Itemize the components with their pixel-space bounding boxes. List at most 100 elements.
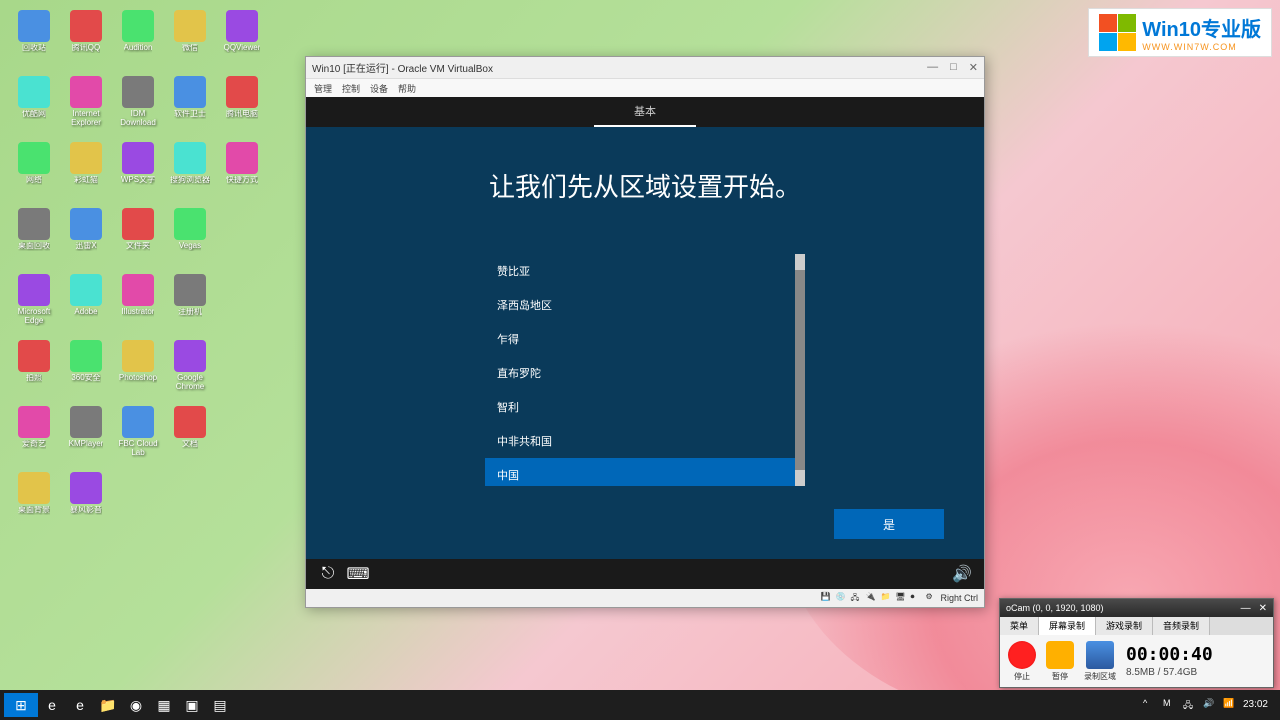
vbox-menubar: 管理 控制 设备 帮助 bbox=[306, 79, 984, 97]
desktop-icon[interactable]: 360安全 bbox=[62, 340, 110, 400]
oobe-top-tab[interactable]: 基本 bbox=[594, 97, 696, 127]
close-button[interactable]: ✕ bbox=[969, 61, 978, 74]
menu-help[interactable]: 帮助 bbox=[398, 82, 416, 95]
ocam-minimize-button[interactable]: — bbox=[1241, 603, 1251, 614]
recording-icon[interactable]: ⏺ bbox=[910, 592, 922, 604]
region-list-item[interactable]: 直布罗陀 bbox=[485, 356, 795, 390]
desktop-icon[interactable]: IDM Download bbox=[114, 76, 162, 136]
region-list-item[interactable]: 赞比亚 bbox=[485, 254, 795, 288]
app-icon bbox=[18, 208, 50, 240]
shared-folder-icon[interactable]: 📁 bbox=[880, 592, 892, 604]
usb-icon[interactable]: 🔌 bbox=[865, 592, 877, 604]
network-icon[interactable]: 🖧 bbox=[850, 592, 862, 604]
record-button[interactable]: 停止 bbox=[1008, 641, 1036, 682]
desktop-icon[interactable]: Illustrator bbox=[114, 274, 162, 334]
desktop-icon[interactable]: QQViewer bbox=[218, 10, 266, 70]
scrollbar-thumb-bottom[interactable] bbox=[795, 470, 805, 486]
desktop-icon[interactable]: WPS文字 bbox=[114, 142, 162, 202]
taskbar-clock[interactable]: 23:02 bbox=[1243, 699, 1268, 711]
desktop-icon[interactable]: 网络 bbox=[10, 142, 58, 202]
desktop-icon-label: 网络 bbox=[26, 176, 42, 185]
minimize-button[interactable]: — bbox=[927, 61, 938, 74]
desktop-icon[interactable]: 文件夹 bbox=[114, 208, 162, 268]
desktop-icon[interactable]: 注册机 bbox=[166, 274, 214, 334]
ocam-tab[interactable]: 屏幕录制 bbox=[1039, 617, 1096, 635]
tray-chevron-icon[interactable]: ^ bbox=[1143, 698, 1157, 712]
menu-manage[interactable]: 管理 bbox=[314, 82, 332, 95]
desktop-icon[interactable]: Internet Explorer bbox=[62, 76, 110, 136]
desktop-icon[interactable]: 优酷网 bbox=[10, 76, 58, 136]
region-list-item[interactable]: 智利 bbox=[485, 390, 795, 424]
desktop-icon[interactable]: 软件卫士 bbox=[166, 76, 214, 136]
desktop-icon[interactable]: 拍照 bbox=[10, 340, 58, 400]
menu-control[interactable]: 控制 bbox=[342, 82, 360, 95]
desktop-icon[interactable]: 回收站 bbox=[10, 10, 58, 70]
desktop-icon[interactable]: 腾讯QQ bbox=[62, 10, 110, 70]
desktop-icon[interactable]: KMPlayer bbox=[62, 406, 110, 466]
desktop-icon[interactable]: 微信 bbox=[166, 10, 214, 70]
target-area-button[interactable]: 录制区域 bbox=[1084, 641, 1116, 682]
region-list[interactable]: 赞比亚泽西岛地区乍得直布罗陀智利中非共和国中国 bbox=[485, 254, 795, 486]
taskbar-edge-icon[interactable]: e bbox=[38, 693, 66, 717]
tray-ime-icon[interactable]: M bbox=[1163, 698, 1177, 712]
taskbar-vbox-icon[interactable]: ▣ bbox=[178, 693, 206, 717]
desktop-icon[interactable]: Audition bbox=[114, 10, 162, 70]
taskbar-ie-icon[interactable]: e bbox=[66, 693, 94, 717]
ocam-tab[interactable]: 音频录制 bbox=[1153, 617, 1210, 635]
taskbar-ocam-icon[interactable]: ▤ bbox=[206, 693, 234, 717]
start-button[interactable]: ⊞ bbox=[4, 693, 38, 717]
desktop-icon[interactable]: 桌面回收 bbox=[10, 208, 58, 268]
region-list-item[interactable]: 乍得 bbox=[485, 322, 795, 356]
desktop-icon[interactable]: FBC Cloud Lab bbox=[114, 406, 162, 466]
desktop-icon[interactable]: Microsoft Edge bbox=[10, 274, 58, 334]
app-icon bbox=[122, 208, 154, 240]
desktop-icon[interactable]: Vegas bbox=[166, 208, 214, 268]
accessibility-icon[interactable]: ⎋ bbox=[320, 566, 336, 582]
desktop-icon[interactable]: 搜狗浏览器 bbox=[166, 142, 214, 202]
maximize-button[interactable]: □ bbox=[950, 61, 957, 74]
taskbar-explorer-icon[interactable]: 📁 bbox=[94, 693, 122, 717]
ocam-titlebar[interactable]: oCam (0, 0, 1920, 1080) — ✕ bbox=[1000, 599, 1273, 617]
region-list-item[interactable]: 中非共和国 bbox=[485, 424, 795, 458]
ime-icon[interactable]: ⌨ bbox=[350, 566, 366, 582]
desktop-icon-label: FBC Cloud Lab bbox=[114, 440, 162, 458]
pause-button[interactable]: 暂停 bbox=[1046, 641, 1074, 682]
volume-icon[interactable]: 🔊 bbox=[954, 566, 970, 582]
ocam-close-button[interactable]: ✕ bbox=[1259, 603, 1267, 614]
taskbar-chrome-icon[interactable]: ◉ bbox=[122, 693, 150, 717]
desktop-icon[interactable]: 快捷方式 bbox=[218, 142, 266, 202]
desktop-icon[interactable]: Google Chrome bbox=[166, 340, 214, 400]
optical-icon[interactable]: 💿 bbox=[835, 592, 847, 604]
host-key-indicator: Right Ctrl bbox=[940, 593, 978, 603]
cpu-icon[interactable]: ⚙ bbox=[925, 592, 937, 604]
tray-wifi-icon[interactable]: 📶 bbox=[1223, 698, 1237, 712]
tray-volume-icon[interactable]: 🔊 bbox=[1203, 698, 1217, 712]
region-list-item[interactable]: 中国 bbox=[485, 458, 795, 486]
desktop-icon[interactable]: 爱奇艺 bbox=[10, 406, 58, 466]
disk-icon[interactable]: 💾 bbox=[820, 592, 832, 604]
desktop-icon[interactable]: Adobe bbox=[62, 274, 110, 334]
region-list-item[interactable]: 泽西岛地区 bbox=[485, 288, 795, 322]
tray-network-icon[interactable]: 🖧 bbox=[1183, 698, 1197, 712]
desktop-icon[interactable]: Photoshop bbox=[114, 340, 162, 400]
desktop-icon[interactable]: 文档 bbox=[166, 406, 214, 466]
desktop-icon-label: 彩虹猫 bbox=[74, 176, 98, 185]
desktop-icon-label: 微信 bbox=[182, 44, 198, 53]
vbox-statusbar: 💾 💿 🖧 🔌 📁 🖥 ⏺ ⚙ Right Ctrl bbox=[306, 589, 984, 607]
desktop-icon[interactable]: 腾讯电脑 bbox=[218, 76, 266, 136]
desktop-icon[interactable]: 迅雷X bbox=[62, 208, 110, 268]
display-icon[interactable]: 🖥 bbox=[895, 592, 907, 604]
vbox-titlebar[interactable]: Win10 [正在运行] - Oracle VM VirtualBox — □ … bbox=[306, 57, 984, 79]
desktop-icon[interactable]: 彩虹猫 bbox=[62, 142, 110, 202]
ocam-tab[interactable]: 游戏录制 bbox=[1096, 617, 1153, 635]
ocam-tab[interactable]: 菜单 bbox=[1000, 617, 1039, 635]
yes-button[interactable]: 是 bbox=[834, 509, 944, 539]
scrollbar-thumb-top[interactable] bbox=[795, 254, 805, 270]
app-icon bbox=[174, 274, 206, 306]
region-scrollbar[interactable] bbox=[795, 254, 805, 486]
taskbar-app-icon[interactable]: ▦ bbox=[150, 693, 178, 717]
desktop-icon[interactable]: 桌面背景 bbox=[10, 472, 58, 532]
desktop-icon-label: 腾讯电脑 bbox=[226, 110, 258, 119]
menu-devices[interactable]: 设备 bbox=[370, 82, 388, 95]
desktop-icon[interactable]: 暴风影音 bbox=[62, 472, 110, 532]
